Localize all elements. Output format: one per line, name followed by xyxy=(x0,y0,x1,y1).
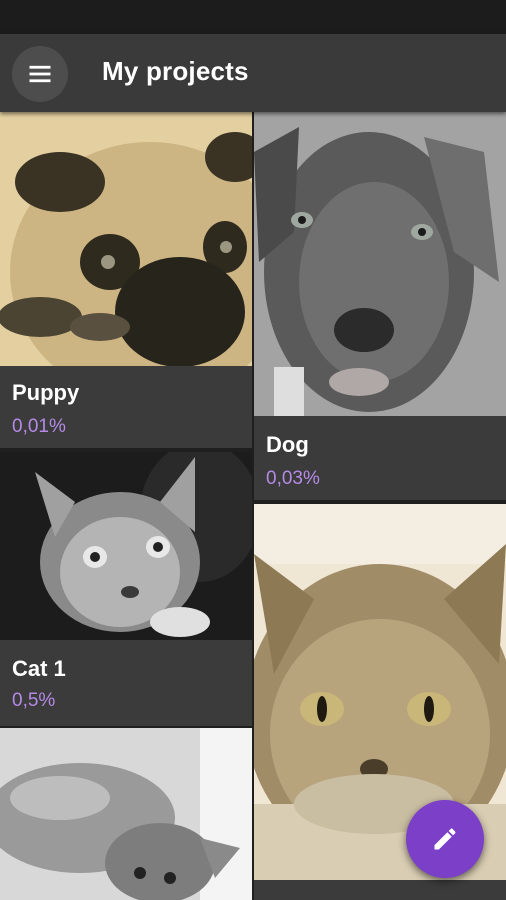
project-name: Puppy xyxy=(12,380,80,405)
project-card-puppy[interactable]: Puppy 0,01% xyxy=(0,112,252,448)
menu-icon xyxy=(29,65,51,83)
project-thumbnail-puppy xyxy=(0,112,252,366)
project-progress: 0,5% xyxy=(12,690,56,711)
project-name: Dog xyxy=(266,432,309,457)
menu-button[interactable] xyxy=(12,46,68,102)
project-card-dog[interactable]: Dog 0,03% xyxy=(254,112,506,500)
project-name: Cat 1 xyxy=(12,656,66,681)
project-thumbnail-cat-1 xyxy=(0,452,252,640)
project-progress: 0,03% xyxy=(266,468,320,489)
project-card-cat-2[interactable] xyxy=(0,728,252,900)
pencil-icon xyxy=(434,828,456,850)
project-thumbnail-dog xyxy=(254,112,506,416)
project-card-cat-1[interactable]: Cat 1 0,5% xyxy=(0,452,252,726)
app-bar: My projects xyxy=(0,34,506,112)
status-bar xyxy=(0,0,506,34)
project-thumbnail-cat-2 xyxy=(0,728,252,900)
page-title: My projects xyxy=(102,56,249,86)
edit-fab-button[interactable] xyxy=(406,800,484,878)
project-progress: 0,01% xyxy=(12,416,66,437)
